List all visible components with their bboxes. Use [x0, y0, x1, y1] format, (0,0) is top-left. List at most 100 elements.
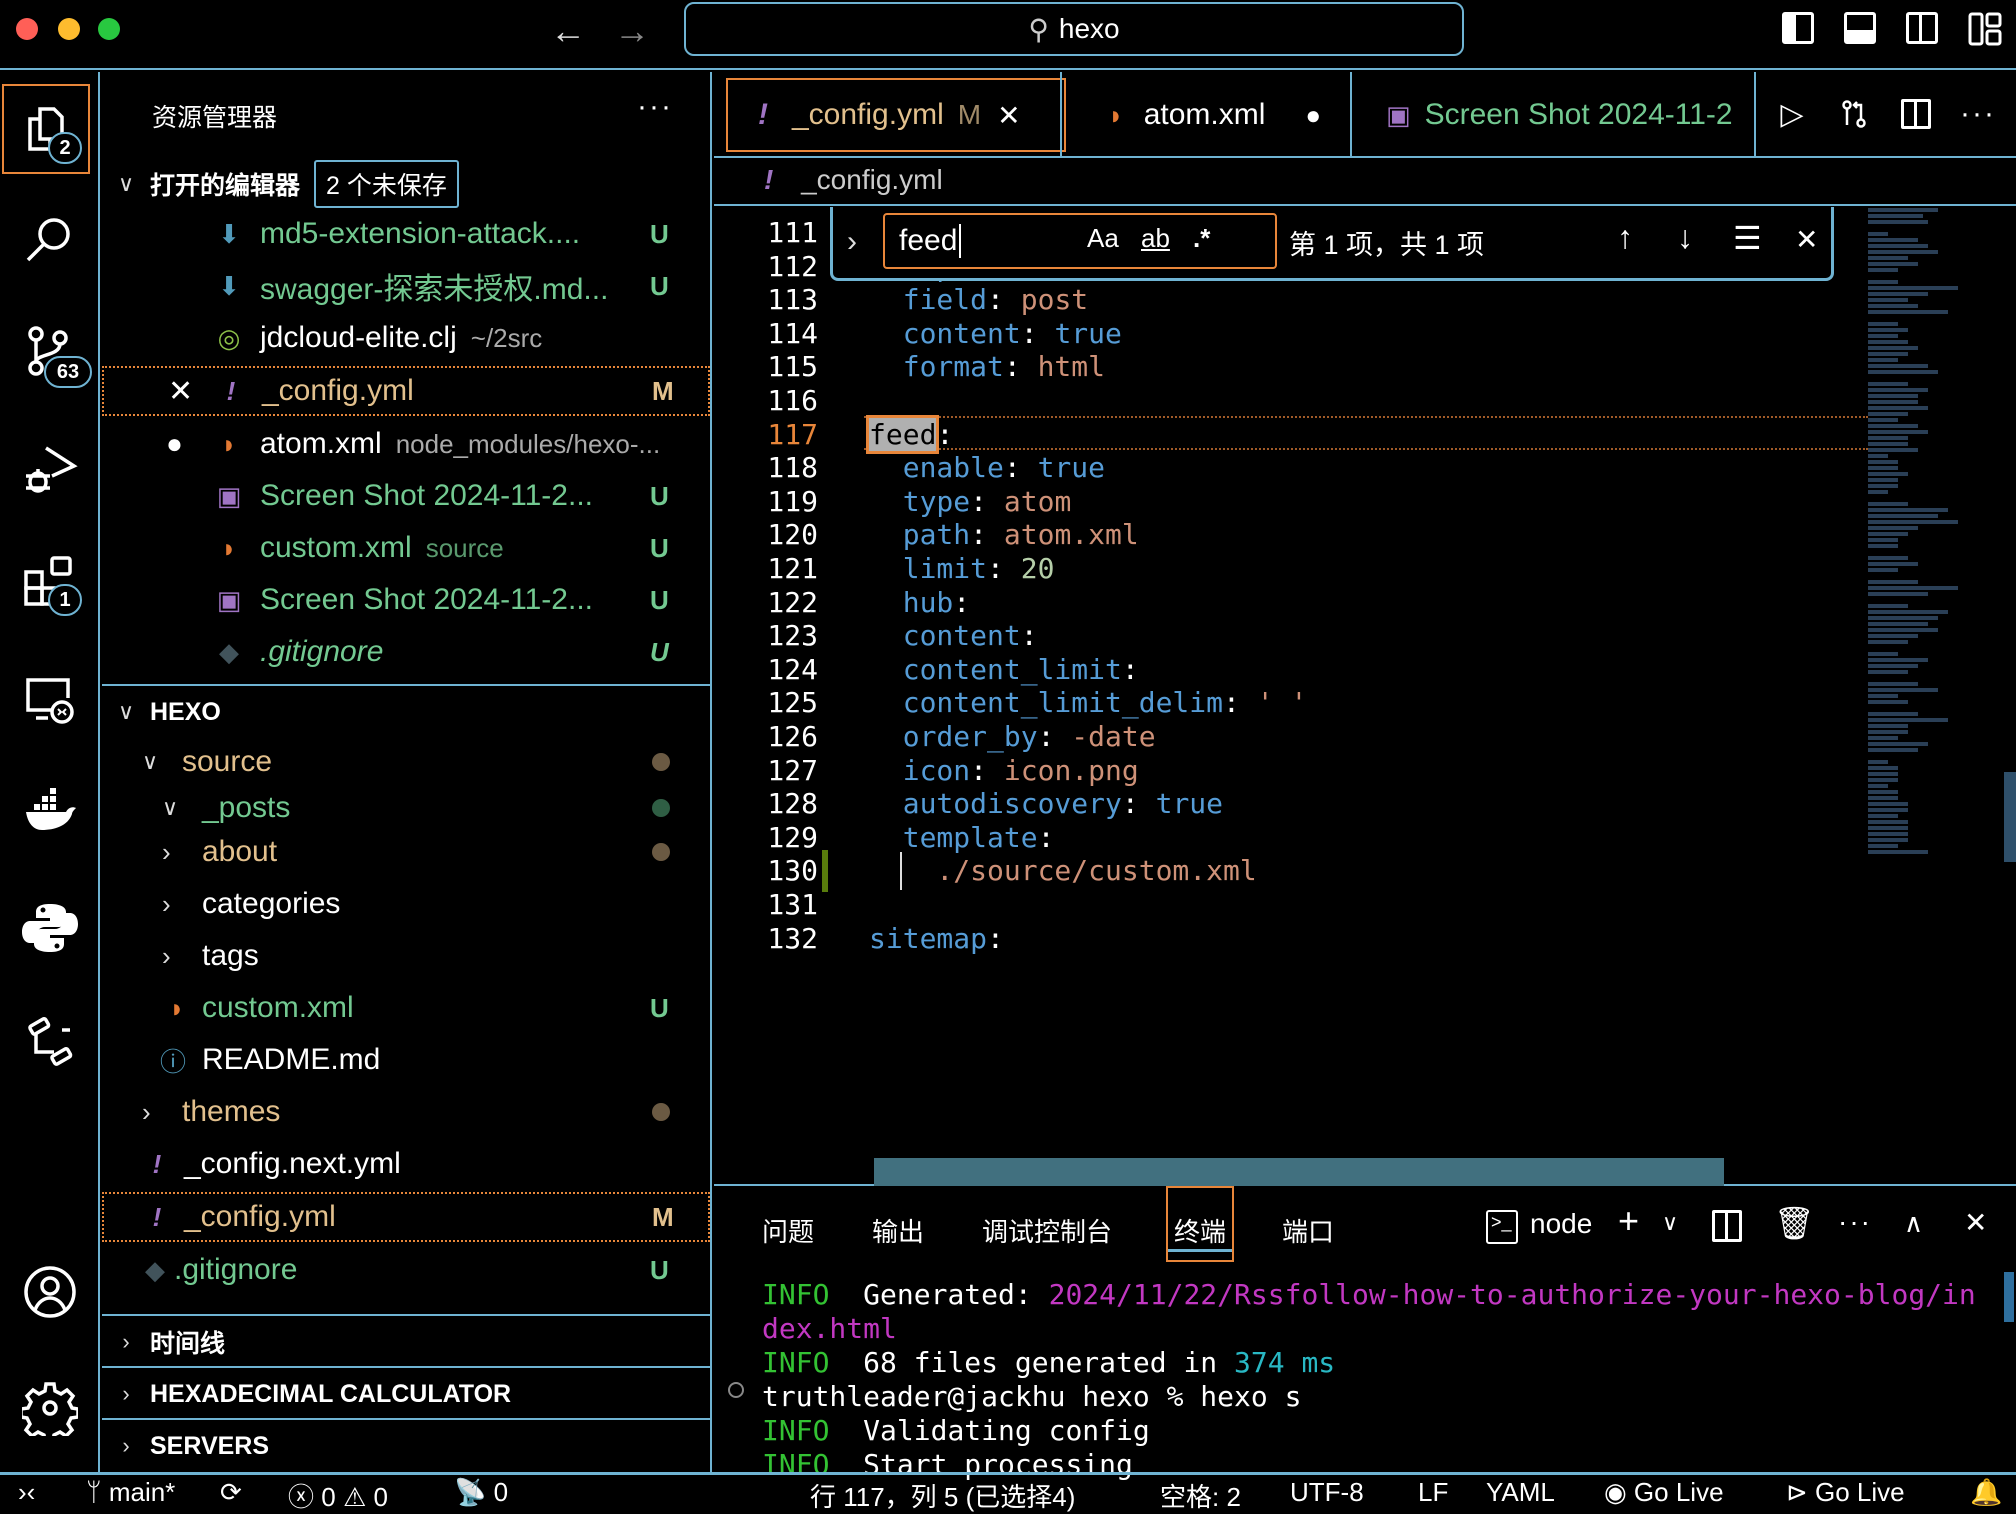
- docker-activity[interactable]: [10, 772, 90, 852]
- tree-file[interactable]: ◗ custom.xml U: [102, 982, 710, 1034]
- hex-calculator-section-header[interactable]: › HEXADECIMAL CALCULATOR: [102, 1368, 710, 1420]
- code-line[interactable]: sitemap:: [869, 922, 1004, 955]
- problems-indicator[interactable]: ⓧ 0 ⚠ 0: [288, 1477, 388, 1514]
- unsaved-dot-icon[interactable]: ●: [1305, 100, 1321, 131]
- open-editor-item[interactable]: ⬇ md5-extension-attack.... U: [102, 208, 710, 260]
- timeline-section-header[interactable]: › 时间线: [102, 1316, 710, 1368]
- open-editor-item[interactable]: ⬇ swagger-探索未授权.md... U: [102, 260, 710, 312]
- accounts-activity[interactable]: [10, 1252, 90, 1332]
- back-arrow-icon[interactable]: ←: [550, 10, 586, 52]
- toggle-replace-icon[interactable]: ›: [847, 225, 857, 259]
- python-activity[interactable]: [10, 888, 90, 968]
- command-decoration-icon[interactable]: [728, 1382, 744, 1398]
- next-match-icon[interactable]: ↓: [1677, 219, 1693, 256]
- sync-icon[interactable]: ⟳: [220, 1477, 242, 1508]
- open-editor-item[interactable]: ◆ .gitignore U: [102, 626, 710, 678]
- tree-file-active[interactable]: ! _config.yml M: [102, 1192, 710, 1242]
- chevron-down-icon[interactable]: ∨: [1662, 1210, 1678, 1236]
- search-activity[interactable]: [10, 200, 90, 280]
- match-case-toggle[interactable]: Aa: [1087, 223, 1119, 254]
- end-of-line[interactable]: LF: [1418, 1477, 1448, 1508]
- tree-file[interactable]: ! _config.next.yml: [102, 1138, 710, 1190]
- panel-tab-terminal[interactable]: 终端: [1166, 1186, 1235, 1262]
- open-editor-item[interactable]: ◎ jdcloud-elite.clj ~/2src: [102, 312, 710, 364]
- code-line[interactable]: autodiscovery: true: [869, 787, 1223, 820]
- terminal-name[interactable]: node: [1530, 1208, 1592, 1240]
- source-control-activity[interactable]: 63: [10, 312, 92, 392]
- run-debug-activity[interactable]: [10, 428, 90, 508]
- tree-folder[interactable]: › tags: [102, 930, 710, 982]
- tree-file[interactable]: ⓘ README.md: [102, 1034, 710, 1086]
- manage-activity[interactable]: [10, 1368, 90, 1448]
- minimap[interactable]: [1868, 206, 2016, 1182]
- panel-tab-debug-console[interactable]: 调试控制台: [976, 1208, 1118, 1253]
- editor-scrollbar[interactable]: [2004, 772, 2016, 862]
- panel-tab-output[interactable]: 输出: [866, 1208, 930, 1253]
- servers-section-header[interactable]: › SERVERS: [102, 1420, 710, 1472]
- open-editor-item[interactable]: ▣ Screen Shot 2024-11-2... U: [102, 470, 710, 522]
- sidebar-more-button[interactable]: ···: [637, 90, 673, 124]
- go-live-button-2[interactable]: ⊳ Go Live: [1786, 1477, 1905, 1508]
- forward-arrow-icon[interactable]: →: [614, 10, 650, 52]
- minimize-window-button[interactable]: [58, 18, 80, 40]
- new-terminal-icon[interactable]: +: [1618, 1200, 1639, 1242]
- code-line[interactable]: feed:: [865, 414, 953, 454]
- explorer-activity[interactable]: 2: [2, 84, 90, 174]
- panel-tab-problems[interactable]: 问题: [756, 1208, 820, 1253]
- open-editor-item[interactable]: ● ◗ atom.xml node_modules/hexo-...: [102, 418, 710, 470]
- maximize-panel-icon[interactable]: ∧: [1904, 1208, 1923, 1239]
- timeline-activity[interactable]: [10, 1002, 90, 1082]
- customize-layout-icon[interactable]: [1968, 12, 2002, 46]
- code-line[interactable]: content_limit:: [869, 653, 1139, 686]
- find-input[interactable]: feed: [883, 213, 1277, 269]
- code-editor[interactable]: 111112 path: search.xml113 field: post11…: [714, 204, 2016, 1180]
- code-line[interactable]: path: atom.xml: [869, 518, 1139, 551]
- open-editors-section-header[interactable]: ∨ 打开的编辑器 2 个未保存: [102, 158, 710, 210]
- regex-toggle[interactable]: .*: [1193, 223, 1210, 254]
- open-changes-icon[interactable]: [1834, 94, 1874, 134]
- open-editor-item-active[interactable]: ✕ ! _config.yml M: [102, 366, 710, 416]
- code-line[interactable]: limit: 20: [869, 552, 1055, 585]
- code-line[interactable]: ./source/custom.xml: [869, 854, 1256, 887]
- code-line[interactable]: content: true: [869, 317, 1122, 350]
- trash-icon[interactable]: 🗑: [1774, 1204, 1815, 1242]
- maximize-window-button[interactable]: [98, 18, 120, 40]
- tree-folder[interactable]: ∨ source: [102, 736, 710, 788]
- split-terminal-icon[interactable]: [1712, 1210, 1742, 1242]
- close-window-button[interactable]: [16, 18, 38, 40]
- notifications-bell-icon[interactable]: 🔔: [1970, 1477, 2002, 1508]
- previous-match-icon[interactable]: ↑: [1617, 219, 1633, 256]
- code-line[interactable]: order_by: -date: [869, 720, 1156, 753]
- language-mode[interactable]: YAML: [1486, 1477, 1555, 1508]
- remote-explorer-activity[interactable]: [10, 658, 90, 738]
- ports-indicator[interactable]: 📡 0: [454, 1477, 508, 1508]
- open-editor-item[interactable]: ◗ custom.xml source U: [102, 522, 710, 574]
- branch-indicator[interactable]: ᛘ main*: [86, 1477, 175, 1508]
- toggle-panel-icon[interactable]: [1844, 12, 1876, 44]
- go-live-button-1[interactable]: ◉ Go Live: [1604, 1477, 1724, 1508]
- extensions-activity[interactable]: 1: [10, 542, 90, 622]
- tree-folder[interactable]: › about: [102, 826, 710, 878]
- cursor-position[interactable]: 行 117，列 5 (已选择4): [810, 1477, 1075, 1514]
- toggle-secondary-sidebar-icon[interactable]: [1906, 12, 1938, 44]
- command-center-search[interactable]: ⚲ hexo: [684, 2, 1464, 56]
- code-line[interactable]: content_limit_delim: ' ': [869, 686, 1308, 719]
- close-editor-icon[interactable]: ✕: [168, 374, 214, 409]
- breadcrumb[interactable]: ! _config.yml: [764, 164, 943, 196]
- indentation[interactable]: 空格: 2: [1160, 1477, 1241, 1514]
- find-in-selection-icon[interactable]: ☰: [1733, 219, 1762, 257]
- more-actions-icon[interactable]: ···: [1958, 94, 1998, 134]
- tab-screenshot[interactable]: ▣ Screen Shot 2024-11-2: [1374, 78, 1764, 152]
- code-line[interactable]: type: atom: [869, 485, 1072, 518]
- tab-atom-xml[interactable]: ◗ atom.xml ●: [1084, 78, 1374, 152]
- toggle-primary-sidebar-icon[interactable]: [1782, 12, 1814, 44]
- match-whole-word-toggle[interactable]: ab: [1141, 223, 1170, 254]
- split-editor-icon[interactable]: [1896, 94, 1936, 134]
- more-actions-icon[interactable]: ···: [1838, 1206, 1872, 1238]
- panel-tab-ports[interactable]: 端口: [1276, 1208, 1340, 1253]
- run-icon[interactable]: ▷: [1772, 94, 1812, 134]
- tree-folder[interactable]: › themes: [102, 1086, 710, 1138]
- encoding[interactable]: UTF-8: [1290, 1477, 1364, 1508]
- code-line[interactable]: hub:: [869, 586, 970, 619]
- close-tab-icon[interactable]: ✕: [997, 99, 1020, 132]
